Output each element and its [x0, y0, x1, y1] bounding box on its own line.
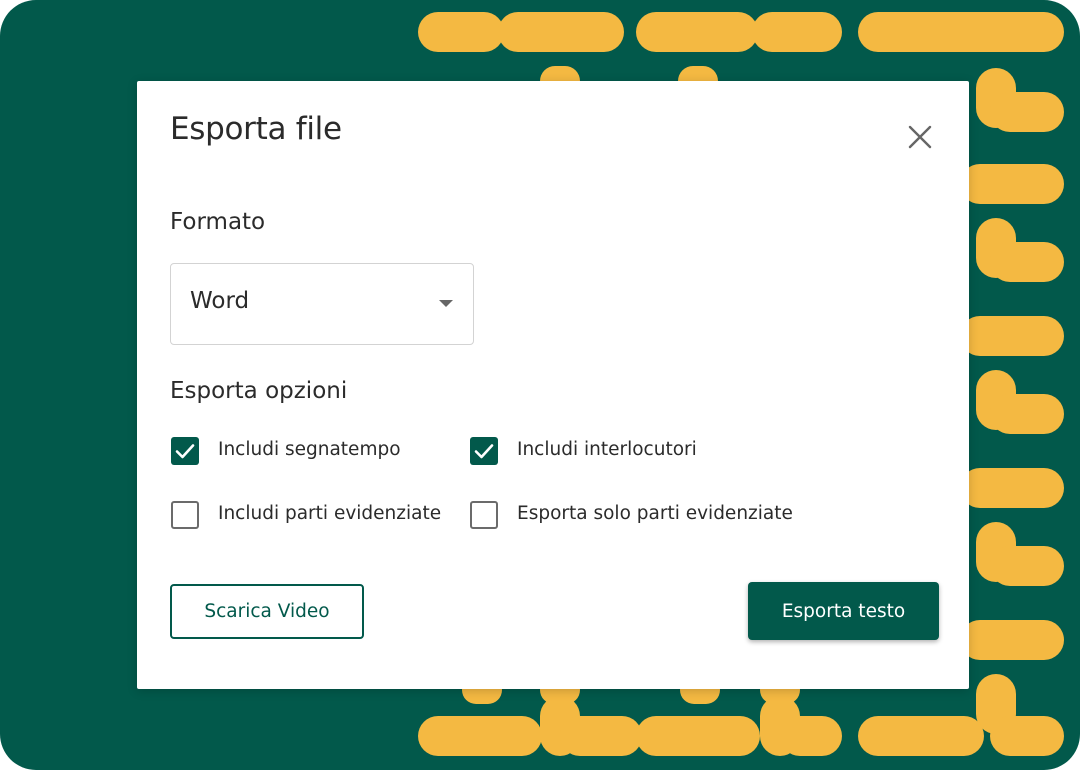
checkmark-icon	[474, 444, 494, 459]
download-video-button[interactable]: Scarica Video	[170, 584, 364, 639]
checkbox-unchecked[interactable]	[171, 501, 199, 529]
checkbox-checked[interactable]	[171, 437, 199, 465]
background-canvas: Esporta file Formato Word Esporta opzion…	[0, 0, 1080, 770]
option-label: Includi parti evidenziate	[218, 503, 442, 524]
dialog-title: Esporta file	[170, 111, 342, 147]
export-options-label: Esporta opzioni	[170, 378, 348, 404]
export-text-button[interactable]: Esporta testo	[748, 582, 939, 640]
option-label: Esporta solo parti evidenziate	[517, 503, 793, 524]
checkmark-icon	[175, 444, 195, 459]
option-label: Includi segnatempo	[218, 439, 401, 460]
option-label: Includi interlocutori	[517, 439, 697, 460]
close-icon	[908, 125, 932, 149]
export-file-dialog: Esporta file Formato Word Esporta opzion…	[137, 81, 969, 689]
format-select-value: Word	[190, 288, 250, 314]
caret-down-icon	[439, 300, 453, 307]
checkbox-checked[interactable]	[470, 437, 498, 465]
format-select[interactable]: Word	[170, 263, 474, 345]
close-button[interactable]	[902, 119, 938, 155]
format-label: Formato	[170, 209, 266, 235]
checkbox-unchecked[interactable]	[470, 501, 498, 529]
